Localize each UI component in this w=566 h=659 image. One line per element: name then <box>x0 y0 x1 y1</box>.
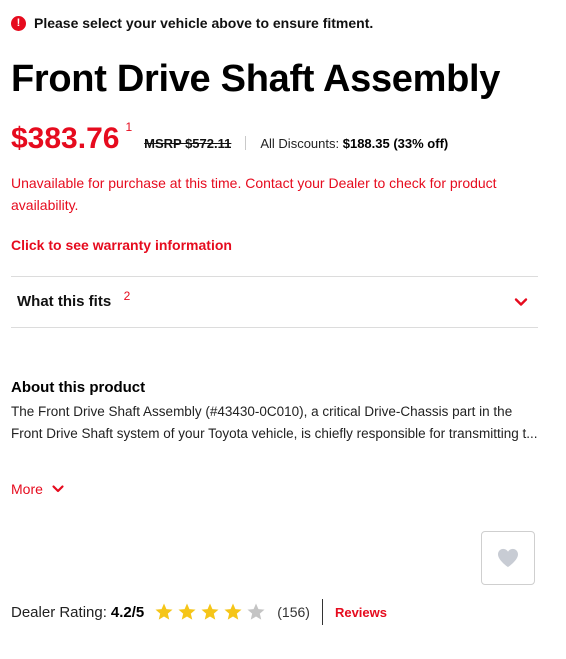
divider <box>321 599 323 625</box>
price-footnote[interactable]: 1 <box>125 120 132 134</box>
fits-header: What this fits 2 <box>11 289 130 311</box>
msrp-price: MSRP $572.11 <box>144 136 232 151</box>
fitment-alert: ! Please select your vehicle above to en… <box>11 15 373 31</box>
star-filled-icon <box>178 603 196 620</box>
chevron-down-icon[interactable] <box>512 293 530 311</box>
what-this-fits-accordion[interactable]: What this fits 2 <box>11 276 538 328</box>
divider <box>245 136 247 150</box>
star-filled-icon <box>201 603 219 620</box>
heart-icon <box>498 548 518 568</box>
alert-text: Please select your vehicle above to ensu… <box>34 15 374 31</box>
discount-value: $188.35 (33% off) <box>342 136 449 151</box>
review-count: (156) <box>277 604 310 620</box>
star-filled-icon <box>224 603 242 620</box>
about-text: The Front Drive Shaft Assembly (#43430-0… <box>11 404 538 441</box>
fits-footnote[interactable]: 2 <box>124 289 131 303</box>
star-empty-icon <box>247 603 265 620</box>
warranty-link[interactable]: Click to see warranty information <box>11 237 232 253</box>
dealer-rating: Dealer Rating: 4.2/5 (156) Reviews <box>11 599 387 625</box>
discount-label: All Discounts: <box>260 136 340 151</box>
star-filled-icon <box>155 603 173 620</box>
more-label: More <box>11 481 43 497</box>
rating-value: 4.2/5 <box>110 603 145 621</box>
rating-stars <box>154 602 269 622</box>
unavailable-message: Unavailable for purchase at this time. C… <box>11 175 497 213</box>
product-title: Front Drive Shaft Assembly <box>11 58 501 100</box>
reviews-link[interactable]: Reviews <box>335 605 387 620</box>
alert-icon: ! <box>11 15 26 31</box>
fits-label: What this fits <box>17 293 112 310</box>
discount-info: All Discounts: $188.35 (33% off) <box>260 136 448 151</box>
about-heading: About this product <box>11 379 146 396</box>
wishlist-button[interactable] <box>481 531 535 585</box>
sale-price: $383.76 <box>11 122 120 155</box>
more-button[interactable]: More <box>11 481 65 497</box>
price-row: $383.76 1 MSRP $572.11 All Discounts: $1… <box>11 120 551 156</box>
rating-label: Dealer Rating: <box>11 603 107 621</box>
chevron-down-icon <box>52 485 64 493</box>
